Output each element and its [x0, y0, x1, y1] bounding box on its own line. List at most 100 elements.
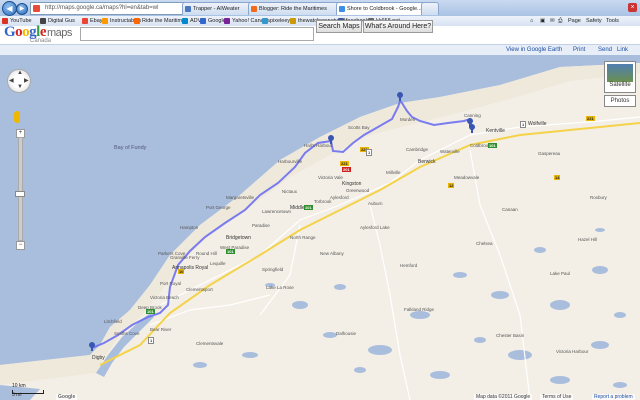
zoom-track[interactable]	[18, 137, 23, 241]
page-favicon-icon	[33, 5, 40, 12]
tab-favicon-icon	[251, 6, 257, 12]
favorite-label: pixeleey	[270, 18, 291, 24]
place-label: Waterville	[440, 149, 460, 154]
pan-up-icon[interactable]: ▲	[17, 70, 23, 76]
mail-icon[interactable]: ✉	[550, 17, 555, 25]
place-label: North Range	[290, 235, 316, 240]
highway-shield: 101	[226, 249, 235, 254]
report-problem-link[interactable]: Report a problem	[592, 394, 635, 400]
print-link[interactable]: Print	[573, 46, 585, 54]
highway-shield: 1	[366, 149, 373, 156]
place-label: Hall's Harbour	[304, 143, 333, 148]
favorite-google[interactable]: Google	[200, 17, 226, 25]
blogger-icon	[134, 18, 140, 24]
place-label: Harbourville	[278, 159, 303, 164]
ebay-icon	[82, 18, 88, 24]
place-label: Millville	[386, 170, 401, 175]
favorite-label: Ebay	[90, 18, 103, 24]
scale-label-mi: 5 mi	[12, 392, 22, 398]
safety-menu[interactable]: Safety	[586, 17, 602, 25]
address-bar[interactable]: http://maps.google.ca/maps?hl=en&tab=wl	[30, 2, 196, 15]
feeds-icon[interactable]: ▣	[540, 17, 545, 25]
search-input[interactable]	[80, 27, 314, 41]
place-label: Hemford	[400, 263, 418, 268]
satellite-toggle[interactable]: Satellite	[604, 61, 636, 93]
place-label: Clementsvale	[196, 341, 224, 346]
highway-shield: 101	[488, 143, 497, 148]
favorite-label: Ride the Maritimes	[142, 18, 188, 24]
google-icon	[200, 18, 206, 24]
tab-favicon-icon	[339, 6, 345, 12]
place-label: Lake Paul	[550, 271, 571, 276]
place-label: Meadowvale	[454, 175, 480, 180]
place-label: Nictaux	[282, 189, 298, 194]
place-label: Dalhousie	[336, 331, 357, 336]
pan-right-icon[interactable]: ▶	[24, 77, 29, 84]
home-icon[interactable]: ⌂	[530, 17, 533, 25]
place-label: Hampton	[180, 225, 199, 230]
highway-shield: 101	[146, 309, 155, 314]
favorite-ebay[interactable]: Ebay	[82, 17, 103, 25]
zoom-out-button[interactable]: −	[16, 241, 25, 250]
satellite-label: Satellite	[609, 82, 631, 88]
favorite-adv[interactable]: ADV	[182, 17, 201, 25]
favorite-pixeleey[interactable]: pixeleey	[262, 17, 290, 25]
pan-control[interactable]: ▲ ▼ ◀ ▶	[7, 69, 31, 93]
site-icon	[262, 18, 268, 24]
favorite-ride-maritimes[interactable]: Ride the Maritimes	[134, 17, 188, 25]
place-label: Hazel Hill	[578, 237, 598, 242]
place-label: Victoria Beach	[150, 295, 179, 300]
scale-label-km: 10 km	[12, 383, 26, 389]
search-maps-button[interactable]: Search Maps	[316, 20, 362, 33]
place-label: Torbrook	[314, 199, 332, 204]
place-label: Smiths Cove	[114, 331, 140, 336]
zoom-handle[interactable]	[15, 191, 25, 197]
send-link[interactable]: Send	[598, 46, 612, 54]
place-label: Scotts Bay	[348, 125, 370, 130]
pan-down-icon[interactable]: ▼	[17, 84, 23, 90]
street-view-pegman-icon[interactable]	[14, 111, 20, 123]
page-menu[interactable]: Page	[568, 17, 581, 25]
highway-shield: 221	[340, 161, 349, 166]
zoom-slider[interactable]: + −	[15, 129, 25, 250]
place-label: Chester Basin	[496, 333, 525, 338]
place-label: Bridgetown	[226, 235, 252, 241]
google-watermark: Google	[56, 394, 78, 400]
map-canvas[interactable]: Bay of Fundy Kingston Greenwood Millvill…	[0, 55, 640, 400]
print-icon[interactable]: ⎙	[558, 17, 562, 25]
google-earth-link[interactable]: View in Google Earth	[506, 46, 562, 54]
place-label: Bear River	[150, 327, 172, 332]
browser-title-bar: ◀ ▶ http://maps.google.ca/maps?hl=en&tab…	[0, 0, 640, 16]
tools-menu[interactable]: Tools	[606, 17, 619, 25]
yahoo-icon	[224, 18, 230, 24]
highway-shield: 12	[448, 183, 455, 188]
satellite-thumbnail	[607, 64, 633, 82]
place-label: Kentville	[486, 128, 505, 134]
tab-1[interactable]: Trapper - AIWeater	[182, 2, 256, 15]
place-label: Auburn	[368, 201, 383, 206]
tab-3-active[interactable]: Shore to Coldbrook - Google... ×	[336, 2, 430, 15]
window-close-icon[interactable]: ×	[628, 3, 637, 12]
map-graphics	[0, 55, 640, 400]
highway-shield: 1	[520, 121, 527, 128]
new-tab-button[interactable]	[421, 2, 439, 15]
place-label: Lake La Rose	[266, 285, 294, 290]
map-attribution: Map data ©2011 Google	[474, 394, 533, 400]
link-link[interactable]: Link	[617, 46, 628, 54]
forward-button[interactable]: ▶	[16, 3, 28, 15]
highway-shield: 221	[586, 116, 595, 121]
terms-link[interactable]: Terms of Use	[540, 394, 574, 400]
place-label: Port Royal	[160, 281, 182, 286]
place-label: Falkland Ridge	[404, 307, 435, 312]
photos-button[interactable]: Photos	[604, 95, 636, 107]
whats-around-button[interactable]: What's Around Here?	[363, 20, 433, 33]
place-label: Victoria Vale	[318, 175, 343, 180]
bay-label: Bay of Fundy	[114, 145, 147, 151]
back-button[interactable]: ◀	[2, 1, 17, 16]
tab-2[interactable]: Blogger: Ride the Maritimes	[248, 2, 344, 15]
place-label: Canaan	[502, 207, 518, 212]
place-label: Chelsea	[476, 241, 493, 246]
place-label: Gaspereau	[538, 151, 561, 156]
pan-left-icon[interactable]: ◀	[9, 77, 14, 84]
place-label: Kingston	[342, 181, 362, 187]
